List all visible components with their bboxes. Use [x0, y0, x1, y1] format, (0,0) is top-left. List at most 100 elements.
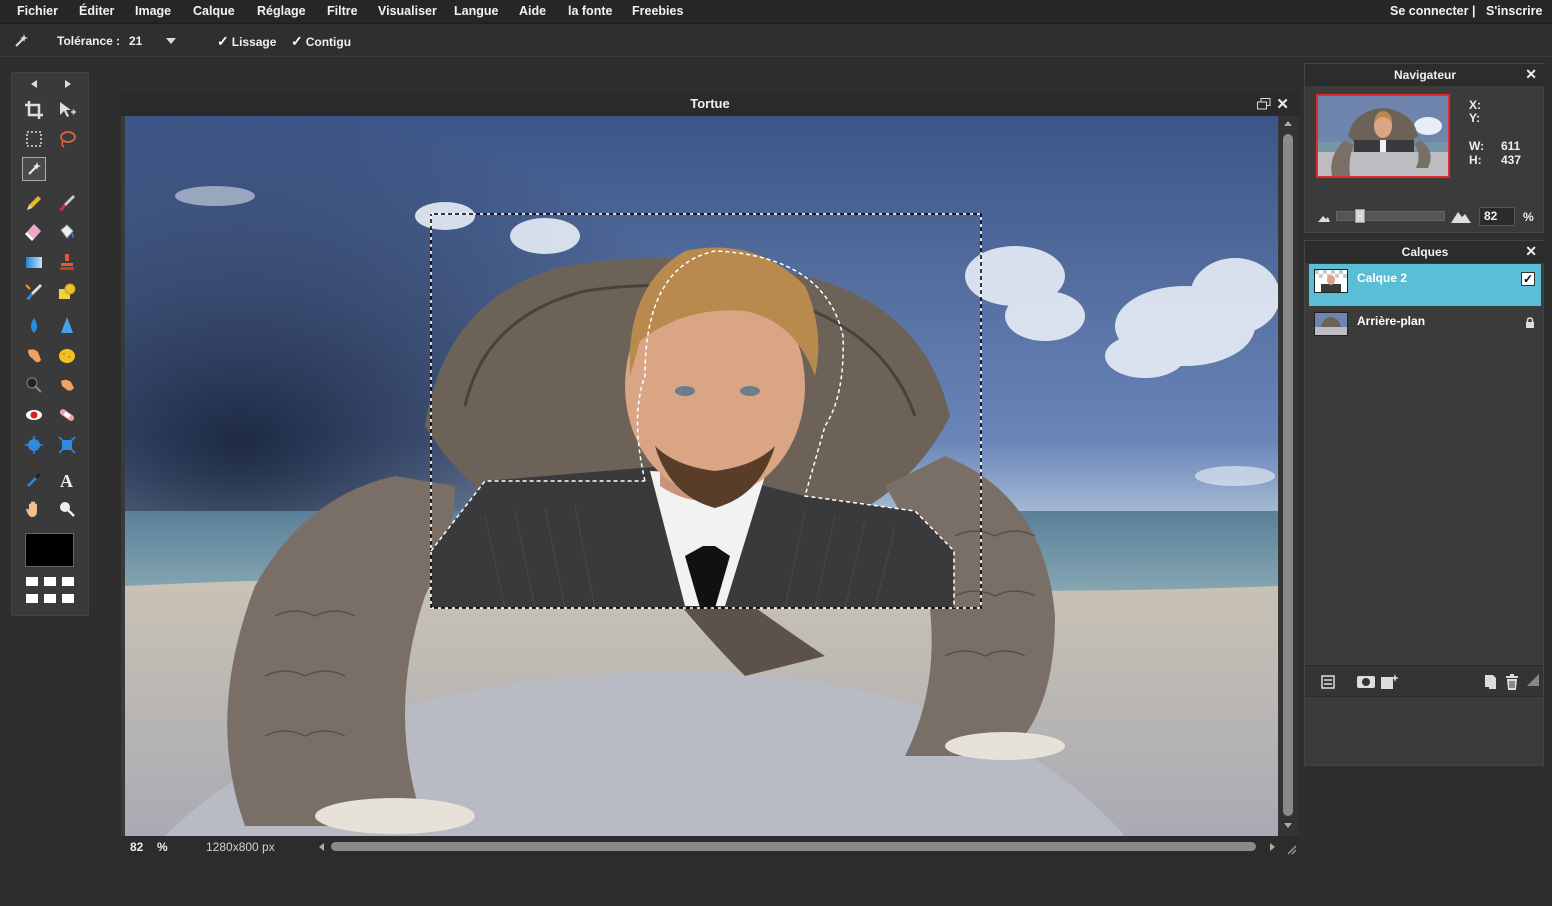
resize-grip-icon[interactable]	[1285, 843, 1297, 855]
sharpen-tool[interactable]	[55, 314, 79, 338]
scroll-up-icon[interactable]	[1284, 121, 1292, 126]
marquee-tool[interactable]	[22, 127, 46, 151]
grid-view-icon[interactable]	[25, 576, 75, 606]
drawing-tool[interactable]	[55, 280, 79, 304]
close-document-icon[interactable]: ✕	[1276, 95, 1289, 113]
navigator-zoom-input[interactable]: 82	[1479, 207, 1515, 226]
clone-stamp-tool[interactable]	[55, 250, 79, 274]
document-status-bar: 82 % 1280x800 px	[121, 836, 1299, 857]
sponge-tool[interactable]	[55, 344, 79, 368]
menu-freebies[interactable]: Freebies	[632, 4, 683, 18]
red-eye-icon	[26, 410, 42, 420]
restore-window-icon[interactable]	[1257, 98, 1271, 110]
layers-panel: Calques ✕ Calque 2 ✓ Arrière-plan	[1304, 240, 1545, 766]
paint-bucket-tool[interactable]	[55, 220, 79, 244]
new-layer-icon[interactable]	[1481, 673, 1499, 691]
foreground-color-swatch[interactable]	[25, 533, 74, 567]
zoom-in-mountain-icon[interactable]	[1450, 208, 1472, 227]
horizontal-scrollbar[interactable]	[317, 842, 1277, 852]
navigator-zoom-bar: 82 %	[1305, 204, 1545, 230]
vertical-scroll-thumb[interactable]	[1283, 134, 1293, 816]
eraser-tool[interactable]	[22, 220, 46, 244]
scroll-right-icon[interactable]	[1270, 843, 1275, 851]
layer-row[interactable]: Calque 2 ✓	[1309, 264, 1541, 306]
dodge-tool[interactable]	[22, 373, 46, 397]
crop-tool[interactable]	[22, 98, 46, 122]
bloat-icon	[25, 436, 43, 454]
menu-bar: Fichier Éditer Image Calque Réglage Filt…	[0, 0, 1552, 24]
magic-wand-tool[interactable]	[22, 157, 46, 181]
menu-image[interactable]: Image	[135, 4, 171, 18]
marquee-icon	[26, 131, 42, 147]
zoom-level-input[interactable]: 82	[130, 840, 143, 854]
zoom-slider-knob[interactable]	[1355, 209, 1365, 223]
menu-visualiser[interactable]: Visualiser	[378, 4, 437, 18]
color-picker-tool[interactable]	[22, 468, 46, 492]
zoom-unit: %	[157, 840, 168, 854]
burn-hand-icon	[61, 379, 74, 391]
dodge-icon	[26, 377, 42, 393]
contiguous-label: Contigu	[305, 35, 352, 49]
layer-row[interactable]: Arrière-plan	[1309, 307, 1541, 349]
antialias-checkbox[interactable]: ✓ Lissage	[217, 33, 276, 50]
smudge-tool[interactable]	[22, 344, 46, 368]
scroll-left-icon[interactable]	[319, 843, 324, 851]
checkmark-icon: ✓	[217, 33, 229, 49]
close-layers-icon[interactable]: ✕	[1525, 243, 1537, 260]
menu-reglage[interactable]: Réglage	[257, 4, 306, 18]
burn-tool[interactable]	[55, 373, 79, 397]
scroll-down-icon[interactable]	[1284, 823, 1292, 828]
menu-filtre[interactable]: Filtre	[327, 4, 358, 18]
menu-editer[interactable]: Éditer	[79, 4, 114, 18]
menu-langue[interactable]: Langue	[454, 4, 498, 18]
type-tool[interactable]: A	[55, 468, 79, 492]
image-canvas[interactable]	[125, 116, 1278, 836]
tolerance-label: Tolérance :	[57, 34, 121, 48]
vertical-scrollbar[interactable]	[1279, 116, 1299, 836]
move-tool[interactable]	[55, 98, 79, 122]
spot-heal-tool[interactable]	[55, 403, 79, 427]
brush-tool[interactable]	[55, 191, 79, 215]
zoom-tool[interactable]	[55, 497, 79, 521]
navigator-panel: Navigateur ✕ X: Y: W: 611 H: 437 82 %	[1304, 63, 1545, 233]
layer-mask-icon[interactable]	[1356, 673, 1375, 691]
color-replace-tool[interactable]	[22, 280, 46, 304]
sponge-icon	[59, 349, 75, 363]
blur-drop-icon	[31, 318, 37, 333]
move-icon	[60, 102, 76, 117]
close-navigator-icon[interactable]: ✕	[1525, 66, 1537, 83]
pinch-tool[interactable]	[55, 433, 79, 457]
menu-separator: |	[1472, 4, 1476, 18]
layer-settings-icon[interactable]	[1319, 673, 1337, 691]
contiguous-checkbox[interactable]: ✓ Contigu	[291, 33, 351, 50]
paint-bucket-icon	[60, 224, 74, 239]
document-window: Tortue ✕ 82 % 1280x800 px	[121, 92, 1299, 857]
delete-layer-icon[interactable]	[1503, 673, 1521, 691]
zoom-out-mountain-icon[interactable]	[1317, 212, 1331, 226]
zoom-icon	[60, 502, 75, 517]
tolerance-input[interactable]: 21	[129, 34, 142, 48]
bloat-tool[interactable]	[22, 433, 46, 457]
horizontal-scroll-thumb[interactable]	[331, 842, 1256, 851]
login-link[interactable]: Se connecter	[1390, 4, 1469, 18]
pencil-tool[interactable]	[22, 191, 46, 215]
menu-calque[interactable]: Calque	[193, 4, 235, 18]
menu-fichier[interactable]: Fichier	[17, 4, 58, 18]
signup-link[interactable]: S'inscrire	[1486, 4, 1542, 18]
zoom-slider-track[interactable]	[1336, 211, 1445, 221]
blur-tool[interactable]	[22, 314, 46, 338]
menu-la-fonte[interactable]: la fonte	[568, 4, 612, 18]
lasso-tool[interactable]	[55, 127, 79, 151]
menu-aide[interactable]: Aide	[519, 4, 546, 18]
tools-next-icon[interactable]	[65, 80, 71, 88]
nav-w-value: 611	[1501, 139, 1521, 153]
layer-effects-icon[interactable]	[1380, 673, 1399, 691]
collapse-panel-icon[interactable]	[1526, 673, 1544, 691]
hand-tool[interactable]	[22, 497, 46, 521]
layer-visibility-checkbox[interactable]: ✓	[1521, 272, 1535, 286]
red-eye-tool[interactable]	[22, 403, 46, 427]
navigator-thumbnail[interactable]	[1316, 94, 1450, 178]
tolerance-dropdown-icon[interactable]	[166, 38, 176, 44]
gradient-tool[interactable]	[22, 250, 46, 274]
tools-prev-icon[interactable]	[31, 80, 37, 88]
